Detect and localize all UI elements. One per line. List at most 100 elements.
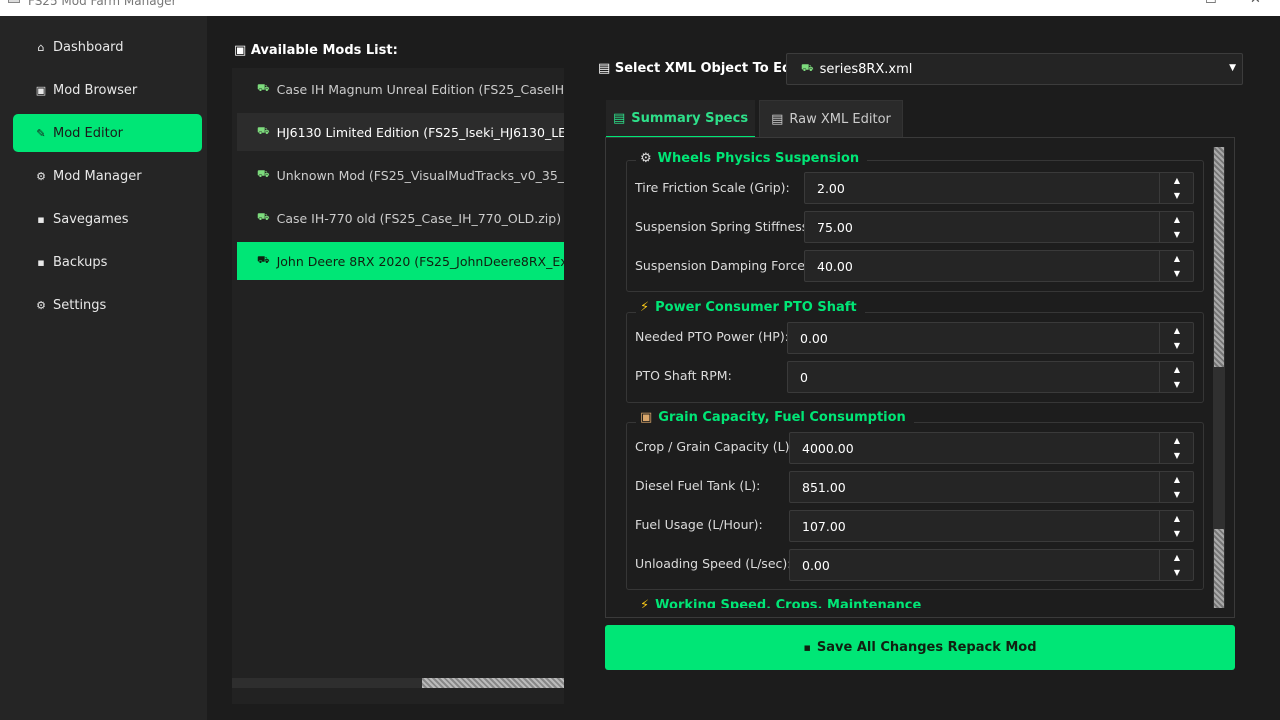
tab-summary-specs[interactable]: ▤ Summary Specs	[606, 100, 755, 138]
app-icon	[8, 0, 20, 3]
spring-stiffness-input[interactable]: 75.00 ▲ ▼	[804, 211, 1194, 243]
tractor-icon: ⛟	[257, 125, 270, 137]
sidebar-item-mod-manager[interactable]: ⚙ Mod Manager	[13, 157, 202, 195]
tractor-icon: ⛟	[257, 211, 270, 223]
chevron-down-icon[interactable]: ▼	[1229, 63, 1236, 73]
sidebar-item-label: Mod Manager	[53, 168, 142, 184]
document-icon: ▤	[612, 110, 626, 126]
specs-scroll-area[interactable]: ⚙ Wheels Physics Suspension Tire Friction…	[614, 147, 1213, 608]
spin-down-button[interactable]: ▼	[1160, 227, 1194, 242]
scrollbar-thumb[interactable]	[1214, 147, 1224, 367]
maximize-button[interactable]: ☐	[1205, 0, 1217, 7]
house-icon: ⌂	[37, 40, 45, 54]
gear-icon: ⚙	[640, 151, 652, 166]
spin-down-button[interactable]: ▼	[1160, 526, 1194, 541]
mods-list-header: ▣ Available Mods List:	[234, 43, 398, 58]
wrench-icon: ✎	[36, 126, 46, 140]
box-icon: ▣	[640, 410, 653, 425]
field-label: Unloading Speed (L/sec):	[635, 556, 792, 571]
spin-down-button[interactable]: ▼	[1160, 487, 1194, 502]
field-label: Crop / Grain Capacity (L):	[635, 439, 794, 454]
vertical-scrollbar[interactable]	[1213, 147, 1225, 608]
list-item-selected[interactable]: ⛟ John Deere 8RX 2020 (FS25_JohnDeere8RX…	[237, 242, 564, 280]
document-icon: ▤	[598, 61, 611, 76]
window-title: FS25 Mod Farm Manager	[28, 0, 177, 8]
spin-down-button[interactable]: ▼	[1160, 565, 1194, 580]
tire-friction-input[interactable]: 2.00 ▲ ▼	[804, 172, 1194, 204]
pto-rpm-input[interactable]: 0 ▲ ▼	[787, 361, 1194, 393]
field-label: Diesel Fuel Tank (L):	[635, 478, 761, 493]
window-titlebar: FS25 Mod Farm Manager — ☐ ✕	[0, 0, 1280, 16]
sidebar-item-dashboard[interactable]: ⌂ Dashboard	[13, 28, 202, 66]
spin-down-button[interactable]: ▼	[1160, 448, 1194, 463]
list-item[interactable]: ⛟ Case IH Magnum Unreal Edition (FS25_Ca…	[237, 70, 564, 108]
field-label: PTO Shaft RPM:	[635, 368, 732, 383]
list-item[interactable]: ⛟ Unknown Mod (FS25_VisualMudTracks_v0_3…	[237, 156, 564, 194]
spin-down-button[interactable]: ▼	[1160, 338, 1194, 353]
minimize-button[interactable]: —	[1160, 0, 1173, 7]
floppy-icon: ▪	[37, 212, 45, 226]
sidebar-item-label: Dashboard	[53, 39, 124, 55]
field-label: Suspension Damping Force:	[635, 258, 810, 273]
fuel-tank-input[interactable]: 851.00 ▲ ▼	[789, 471, 1194, 503]
sidebar-item-mod-editor[interactable]: ✎ Mod Editor	[13, 114, 202, 152]
damping-force-input[interactable]: 40.00 ▲ ▼	[804, 250, 1194, 282]
group-title-power: ⚡ Power Consumer PTO Shaft	[636, 300, 865, 315]
spin-down-button[interactable]: ▼	[1160, 188, 1194, 203]
spin-down-button[interactable]: ▼	[1160, 266, 1194, 281]
spin-up-button[interactable]: ▲	[1160, 173, 1194, 188]
sidebar: ⌂ Dashboard ▣ Mod Browser ✎ Mod Editor ⚙…	[0, 16, 207, 720]
xml-select-value: series8RX.xml	[819, 61, 913, 77]
close-button[interactable]: ✕	[1250, 0, 1261, 7]
sidebar-item-backups[interactable]: ▪ Backups	[13, 243, 202, 281]
floppy-icon: ▪	[803, 641, 811, 654]
group-title-grain: ▣ Grain Capacity, Fuel Consumption	[636, 410, 914, 425]
lightning-icon: ⚡	[640, 300, 650, 315]
spin-up-button[interactable]: ▲	[1160, 472, 1194, 487]
grain-capacity-input[interactable]: 4000.00 ▲ ▼	[789, 432, 1194, 464]
field-label: Fuel Usage (L/Hour):	[635, 517, 763, 532]
tab-raw-xml-editor[interactable]: ▤ Raw XML Editor	[759, 100, 903, 138]
sidebar-item-label: Settings	[53, 297, 107, 313]
sidebar-item-label: Mod Browser	[53, 82, 138, 98]
spin-up-button[interactable]: ▲	[1160, 323, 1194, 338]
xml-object-select[interactable]: ⛟ series8RX.xml ▼	[786, 53, 1243, 85]
document-icon: ▤	[771, 111, 784, 127]
box-icon: ▣	[234, 43, 247, 58]
list-item[interactable]: ⛟ Case IH-770 old (FS25_Case_IH_770_OLD.…	[237, 199, 564, 237]
gear-icon: ⚙	[36, 169, 46, 183]
tractor-icon: ⛟	[257, 168, 270, 180]
spin-down-button[interactable]: ▼	[1160, 377, 1194, 392]
spin-up-button[interactable]: ▲	[1160, 212, 1194, 227]
spin-up-button[interactable]: ▲	[1160, 433, 1194, 448]
box-icon: ▣	[35, 83, 47, 97]
sidebar-item-label: Backups	[53, 254, 108, 270]
pto-power-input[interactable]: 0.00 ▲ ▼	[787, 322, 1194, 354]
field-label: Tire Friction Scale (Grip):	[635, 180, 790, 195]
unloading-speed-input[interactable]: 0.00 ▲ ▼	[789, 549, 1194, 581]
sidebar-item-settings[interactable]: ⚙ Settings	[13, 286, 202, 324]
horizontal-scrollbar[interactable]	[232, 678, 564, 688]
tractor-icon: ⛟	[257, 82, 270, 94]
save-repack-button[interactable]: ▪ Save All Changes Repack Mod	[605, 625, 1235, 670]
tractor-icon: ⛟	[801, 62, 814, 74]
group-title-working: ⚡ Working Speed, Crops, Maintenance	[636, 598, 930, 608]
list-item[interactable]: ⛟ HJ6130 Limited Edition (FS25_Iseki_HJ6…	[237, 113, 564, 151]
sidebar-item-label: Mod Editor	[53, 125, 124, 141]
field-label: Needed PTO Power (HP):	[635, 329, 789, 344]
scrollbar-thumb[interactable]	[422, 678, 564, 688]
field-label: Suspension Spring Stiffness:	[635, 219, 813, 234]
xml-select-label: ▤ Select XML Object To Edit:	[598, 61, 808, 76]
mods-list[interactable]: ⛟ Case IH Magnum Unreal Edition (FS25_Ca…	[232, 68, 564, 704]
tractor-icon: ⛟	[257, 254, 270, 266]
spin-up-button[interactable]: ▲	[1160, 362, 1194, 377]
spin-up-button[interactable]: ▲	[1160, 511, 1194, 526]
sidebar-item-mod-browser[interactable]: ▣ Mod Browser	[13, 71, 202, 109]
lightning-icon: ⚡	[640, 598, 650, 608]
mods-panel: ▣ Available Mods List: ⛟ Case IH Magnum …	[207, 16, 564, 720]
fuel-usage-input[interactable]: 107.00 ▲ ▼	[789, 510, 1194, 542]
spin-up-button[interactable]: ▲	[1160, 550, 1194, 565]
floppy-icon: ▪	[37, 255, 45, 269]
spin-up-button[interactable]: ▲	[1160, 251, 1194, 266]
sidebar-item-savegames[interactable]: ▪ Savegames	[13, 200, 202, 238]
